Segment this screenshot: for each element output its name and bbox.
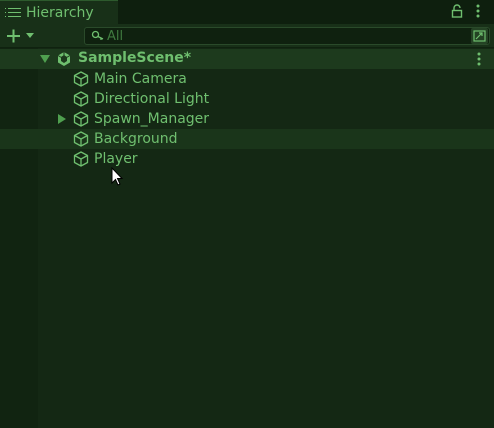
search-input[interactable]: [107, 28, 467, 44]
add-button[interactable]: [4, 26, 38, 46]
item-label: Player: [94, 151, 138, 167]
gameobject-cube-icon: [72, 110, 90, 128]
mouse-cursor-icon: [111, 167, 124, 186]
lock-icon[interactable]: [451, 4, 463, 18]
toolbar: [0, 24, 494, 48]
item-label: Background: [94, 131, 178, 147]
gameobject-cube-icon: [72, 130, 90, 148]
kebab-menu-icon[interactable]: [473, 3, 483, 19]
scene-search-picker-icon[interactable]: [471, 28, 488, 44]
tab-bar: Hierarchy: [0, 0, 494, 24]
tab-label: Hierarchy: [26, 4, 94, 21]
expand-arrow-icon[interactable]: [40, 55, 50, 63]
hierarchy-item[interactable]: Main Camera: [0, 69, 494, 89]
caret-down-icon: [26, 33, 34, 38]
gameobject-cube-icon: [72, 70, 90, 88]
scene-name: SampleScene*: [78, 50, 192, 66]
hierarchy-item[interactable]: Player: [0, 149, 494, 169]
item-label: Main Camera: [94, 71, 187, 87]
scene-menu-icon[interactable]: [475, 51, 483, 67]
item-label: Directional Light: [94, 91, 210, 107]
hierarchy-item[interactable]: Spawn_Manager: [0, 109, 494, 129]
search-field[interactable]: [84, 27, 490, 45]
hierarchy-item[interactable]: Directional Light: [0, 89, 494, 109]
search-icon: [91, 30, 104, 40]
unity-scene-icon: [57, 52, 71, 66]
scene-row[interactable]: SampleScene*: [0, 49, 494, 69]
expand-arrow-icon[interactable]: [58, 114, 66, 124]
item-label: Spawn_Manager: [94, 111, 210, 127]
hierarchy-item[interactable]: Background: [0, 129, 494, 149]
gameobject-cube-icon: [72, 150, 90, 168]
list-icon: [5, 7, 21, 19]
gameobject-cube-icon: [72, 90, 90, 108]
tab-hierarchy[interactable]: Hierarchy: [0, 0, 118, 24]
plus-icon: [7, 29, 20, 43]
